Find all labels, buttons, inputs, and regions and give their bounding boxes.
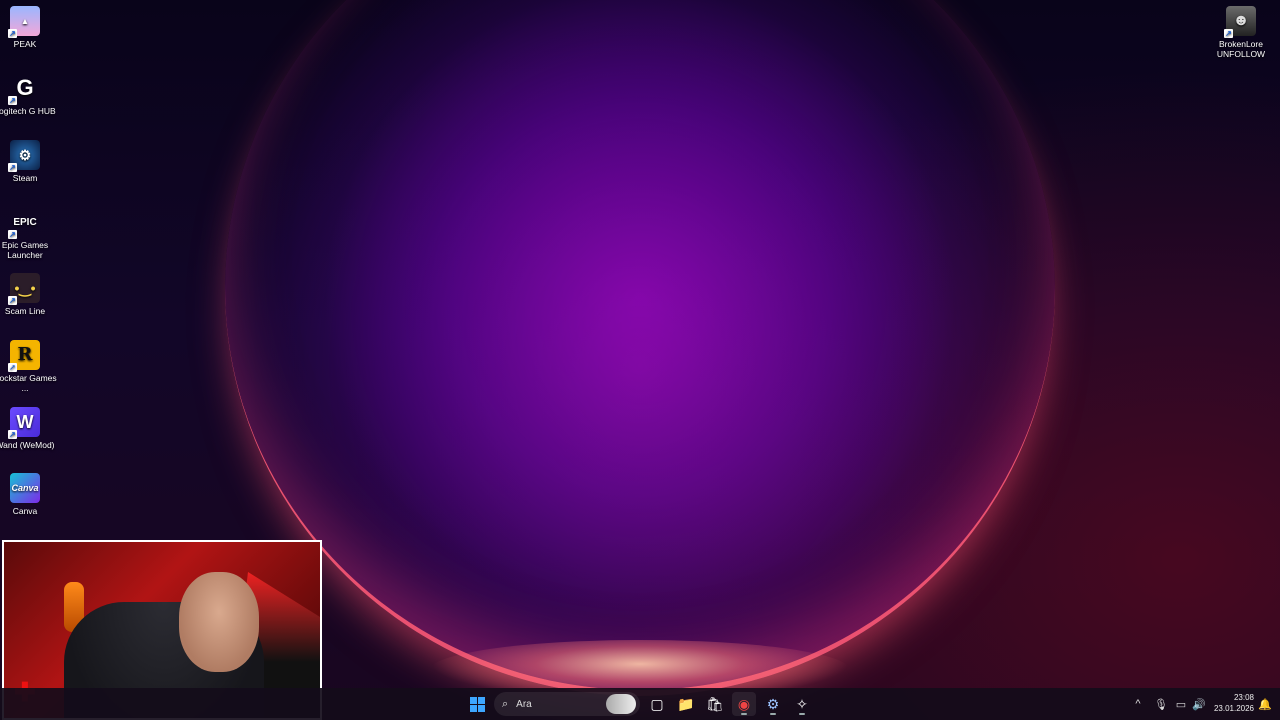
desktop-icon-canva[interactable]: Canva Canva <box>0 473 57 516</box>
app-icon: ✧ <box>796 695 808 712</box>
network-icon[interactable]: ▭ <box>1172 698 1190 711</box>
notification-bell-icon: 🔔 <box>1258 698 1272 711</box>
task-view-button[interactable]: ▢ <box>645 692 669 716</box>
wand-icon: W ↗ <box>8 407 40 439</box>
rockstar-icon: R ↗ <box>8 340 40 372</box>
start-button[interactable] <box>465 692 489 716</box>
steam-icon: ⚙ ↗ <box>8 140 40 172</box>
desktop-icon-wand[interactable]: W ↗ Wand (WeMod) <box>0 407 57 450</box>
file-explorer-button[interactable]: 📁 <box>674 692 698 716</box>
desktop-icon-label: Wand (WeMod) <box>0 440 55 450</box>
wallpaper-orb <box>225 0 1055 696</box>
desktop-icon-label: BrokenLore <box>1219 39 1263 49</box>
running-indicator <box>770 713 776 715</box>
desktop-icon-rockstar-games[interactable]: R↗ Rockstar Games ... <box>0 340 57 393</box>
steam-taskbar-button[interactable]: ⚙ <box>761 692 785 716</box>
app-taskbar-button[interactable]: ✧ <box>790 692 814 716</box>
clock-date: 23.01.2026 <box>1213 704 1254 713</box>
desktop-icon-label: PEAK <box>13 39 37 49</box>
desktop-icon-peak[interactable]: ▲ ↗ PEAK <box>0 6 57 49</box>
desktop-icon-scam-line[interactable]: •‿• ↗ Scam Line <box>0 273 57 316</box>
desktop-icon-label: Steam <box>12 173 38 183</box>
desktop-icon-label: Scam Line <box>4 306 46 316</box>
tray-overflow-icon[interactable]: ^ <box>1130 698 1146 710</box>
windows-logo-icon <box>469 696 485 712</box>
search-highlight-icon <box>606 694 636 714</box>
store-icon: 🛍 <box>706 695 724 712</box>
store-button[interactable]: 🛍 <box>703 692 727 716</box>
running-indicator <box>799 713 805 715</box>
clock[interactable]: 23:08 23.01.2026 <box>1214 692 1254 714</box>
desktop-icon-label: Epic Games Launcher <box>1 240 49 260</box>
notifications-button[interactable]: 🔔 <box>1253 692 1277 716</box>
steam-icon: ⚙ <box>766 695 780 712</box>
desktop-icon-logitech-g-hub[interactable]: G ↗ Logitech G HUB <box>0 73 57 117</box>
desktop-icon-steam[interactable]: ⚙ ↗ Steam <box>0 140 57 183</box>
desktop-icon-label: Logitech G HUB <box>0 106 56 116</box>
logitech-icon: G ↗ <box>8 75 34 105</box>
clock-time: 23:08 <box>1233 693 1254 702</box>
scam-line-icon: •‿• ↗ <box>8 273 40 305</box>
desktop-icon-brokenlore[interactable]: ☻ ↗ BrokenLore UNFOLLOW <box>1209 6 1273 59</box>
volume-icon[interactable]: 🔊 <box>1190 698 1208 711</box>
running-indicator <box>741 713 747 715</box>
epic-games-icon: EPIC ↗ <box>8 216 37 239</box>
chrome-icon: ◉ <box>737 695 751 712</box>
taskbar: ⌕ Ara ▢ 📁 🛍 ◉ ⚙ ✧ ^ 🎙 ▭ 🔊 23:08 23.01.20… <box>0 688 1280 720</box>
task-view-icon: ▢ <box>650 695 664 712</box>
streamer-head <box>179 572 259 672</box>
desktop-icon-label-secondary: UNFOLLOW <box>1216 49 1266 59</box>
brokenlore-icon: ☻ ↗ <box>1224 6 1256 38</box>
canva-icon: Canva <box>10 473 40 503</box>
microphone-icon[interactable]: 🎙 <box>1150 698 1172 711</box>
peak-icon: ▲ ↗ <box>8 6 40 38</box>
desktop-icon-epic-games-launcher[interactable]: EPIC ↗ Epic Games Launcher <box>0 207 57 260</box>
folder-icon: 📁 <box>677 695 695 712</box>
desktop-icon-label: Canva <box>12 506 38 516</box>
search-box[interactable]: ⌕ Ara <box>494 692 640 716</box>
search-icon: ⌕ <box>502 697 509 710</box>
search-placeholder: Ara <box>516 698 532 710</box>
chrome-button[interactable]: ◉ <box>732 692 756 716</box>
desktop-icon-label: Rockstar Games ... <box>0 373 57 393</box>
